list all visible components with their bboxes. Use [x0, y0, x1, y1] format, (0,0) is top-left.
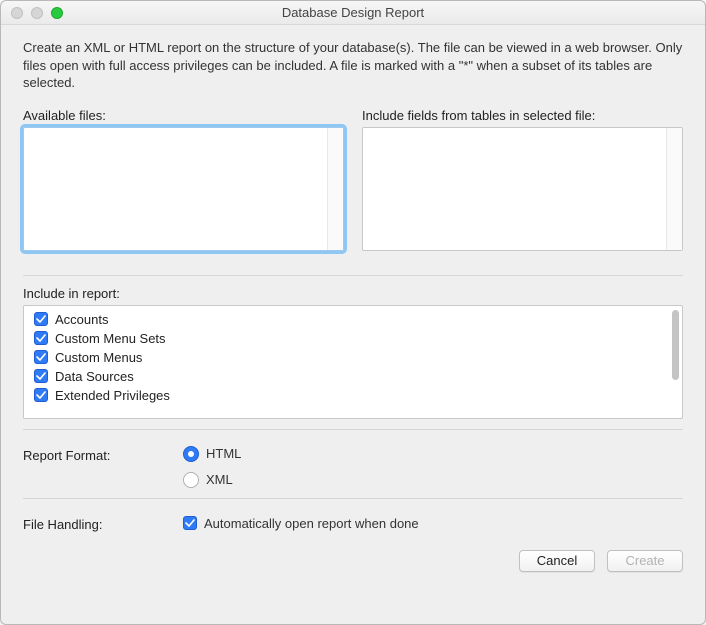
titlebar: Database Design Report — [1, 1, 705, 25]
include-fields-listbox[interactable] — [362, 127, 683, 251]
file-handling-label: File Handling: — [23, 515, 183, 532]
description-text: Create an XML or HTML report on the stru… — [23, 39, 683, 92]
checkbox-label: Data Sources — [55, 369, 134, 384]
radio-label: XML — [206, 472, 233, 487]
list-item[interactable]: Extended Privileges — [24, 386, 682, 405]
checkbox-label: Extended Privileges — [55, 388, 170, 403]
include-fields-label: Include fields from tables in selected f… — [362, 108, 683, 123]
list-item[interactable]: Accounts — [24, 310, 682, 329]
checkbox-label: Accounts — [55, 312, 108, 327]
checkbox-label: Automatically open report when done — [204, 516, 419, 531]
list-item[interactable]: Custom Menu Sets — [24, 329, 682, 348]
checkbox-icon[interactable] — [34, 350, 48, 364]
radio-icon[interactable] — [183, 472, 199, 488]
checkbox-icon[interactable] — [34, 312, 48, 326]
dialog-window: Database Design Report Create an XML or … — [0, 0, 706, 625]
available-files-label: Available files: — [23, 108, 344, 123]
scrollbar-gutter — [666, 128, 682, 250]
report-format-group: HTML XML — [183, 446, 241, 488]
checkbox-icon[interactable] — [34, 331, 48, 345]
report-format-label: Report Format: — [23, 446, 183, 463]
close-icon[interactable] — [11, 7, 23, 19]
checkbox-icon[interactable] — [183, 516, 197, 530]
checkbox-icon[interactable] — [34, 388, 48, 402]
divider — [23, 275, 683, 276]
divider — [23, 498, 683, 499]
checkbox-icon[interactable] — [34, 369, 48, 383]
radio-xml[interactable]: XML — [183, 472, 241, 488]
window-controls — [1, 7, 63, 19]
list-item[interactable]: Custom Menus — [24, 348, 682, 367]
checkbox-label: Custom Menus — [55, 350, 142, 365]
dialog-content: Create an XML or HTML report on the stru… — [1, 25, 705, 624]
checkbox-label: Custom Menu Sets — [55, 331, 166, 346]
scrollbar-gutter — [327, 128, 343, 250]
window-title: Database Design Report — [1, 5, 705, 20]
divider — [23, 429, 683, 430]
radio-html[interactable]: HTML — [183, 446, 241, 462]
scrollbar-thumb[interactable] — [672, 310, 679, 380]
available-files-listbox[interactable] — [23, 127, 344, 251]
list-item[interactable]: Data Sources — [24, 367, 682, 386]
create-button: Create — [607, 550, 683, 572]
radio-icon[interactable] — [183, 446, 199, 462]
minimize-icon[interactable] — [31, 7, 43, 19]
include-in-report-label: Include in report: — [23, 286, 683, 301]
cancel-button[interactable]: Cancel — [519, 550, 595, 572]
zoom-icon[interactable] — [51, 7, 63, 19]
include-in-report-listbox[interactable]: Accounts Custom Menu Sets Custom Menus D… — [23, 305, 683, 419]
auto-open-row[interactable]: Automatically open report when done — [183, 516, 419, 531]
dialog-footer: Cancel Create — [23, 550, 683, 572]
radio-label: HTML — [206, 446, 241, 461]
